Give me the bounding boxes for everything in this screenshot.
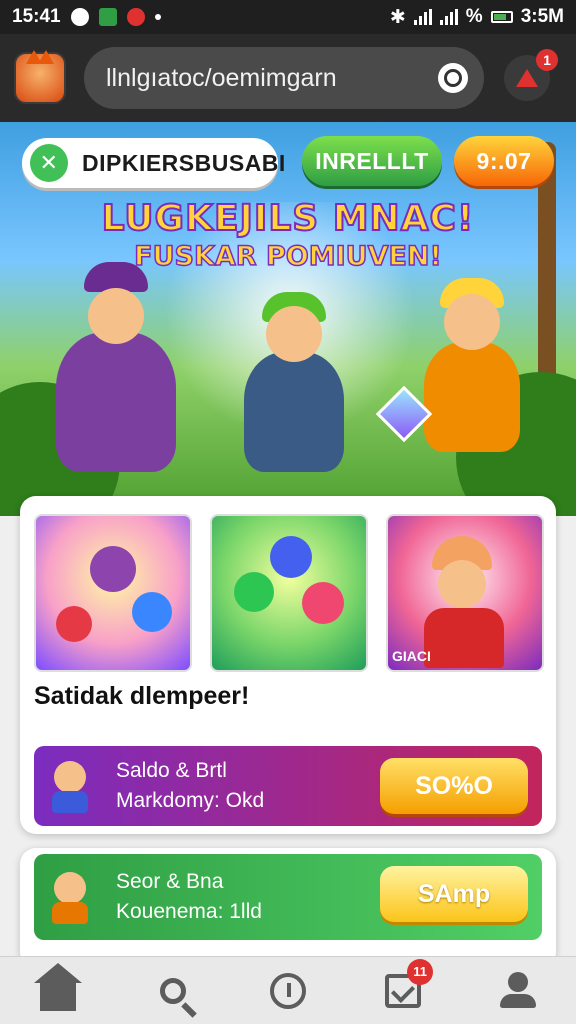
game-notification-icon <box>126 8 145 26</box>
bottom-navigation: 11 <box>0 956 576 1024</box>
alerts-badge: 1 <box>536 49 558 71</box>
fox-girl-character <box>424 278 520 452</box>
profile-icon <box>500 971 537 1010</box>
url-bar[interactable]: llnlgıatoc/oemimgarn <box>84 47 484 109</box>
hero-headline: LUGKEJILS MNAC! FUSKAR POMIUVEN! <box>0 197 576 273</box>
thumbnail-row: GIACI <box>34 514 544 672</box>
browser-toolbar: llnlgıatoc/oemimgarn 1 <box>0 34 576 122</box>
offer-button[interactable]: SO%O <box>380 758 528 814</box>
nav-tasks[interactable]: 11 <box>373 958 434 1019</box>
battery-percent-label: % <box>465 6 483 27</box>
reload-icon[interactable] <box>438 63 468 93</box>
offer-subtitle: Markdomy: Okd <box>116 789 265 812</box>
alerts-button[interactable]: 1 <box>504 49 558 101</box>
offer-text: Saldo & Brtl Markdomy: Okd <box>116 756 264 816</box>
nav-profile[interactable] <box>488 963 548 1019</box>
status-right-time: 3:5M <box>520 6 564 27</box>
clock-icon <box>269 972 306 1009</box>
offer-row-1[interactable]: Saldo & Brtl Markdomy: Okd SO%O <box>34 746 542 826</box>
green-hair-hero-character <box>244 292 344 472</box>
close-x-icon[interactable]: ✕ <box>30 144 68 182</box>
offer-avatar <box>46 868 94 926</box>
alert-icon <box>516 69 538 87</box>
featured-panel: GIACI Satidak dlempeer! Saldo & Brtl Mar… <box>20 496 556 834</box>
nav-home[interactable] <box>28 962 88 1019</box>
status-time: 15:41 <box>12 6 61 27</box>
headline-line-2: FUSKAR POMIUVEN! <box>133 240 442 273</box>
signal-icon <box>413 9 432 25</box>
offer-title: Seor & Bna <box>116 870 224 893</box>
nav-search[interactable] <box>143 963 203 1019</box>
player-name-pill[interactable]: ✕ DIPKIERSBUSABI <box>22 138 285 188</box>
player-name: DIPKIERSBUSABI <box>82 149 286 176</box>
offer-avatar <box>46 757 94 815</box>
status-bar: 15:41 ✱ % 3:5M <box>0 0 576 34</box>
home-icon <box>33 962 82 1011</box>
offer-row-2[interactable]: Seor & Bna Kouenema: 1lld SAmp <box>34 854 542 940</box>
game-thumbnail-2[interactable] <box>210 514 368 672</box>
nav-activity[interactable] <box>258 963 318 1019</box>
tasks-badge: 11 <box>407 958 434 985</box>
app-notification-icon <box>70 8 89 26</box>
offer-panel-2: Seor & Bna Kouenema: 1lld SAmp <box>20 848 556 968</box>
battery-icon <box>490 11 513 23</box>
thumbnail-caption: GIACI <box>392 648 431 664</box>
level-button[interactable]: INRELLLT <box>302 136 442 186</box>
hero-banner: ✕ DIPKIERSBUSABI INRELLLT 9:.07 LUGKEJIL… <box>0 122 576 516</box>
message-notification-icon <box>98 8 117 26</box>
url-text: llnlgıatoc/oemimgarn <box>106 63 337 92</box>
search-icon <box>159 977 186 1004</box>
bluetooth-icon: ✱ <box>389 6 406 28</box>
game-thumbnail-1[interactable] <box>34 514 192 672</box>
wifi-signal-icon <box>439 9 458 25</box>
game-thumbnail-3[interactable]: GIACI <box>386 514 544 672</box>
offer-text: Seor & Bna Kouenema: 1lld <box>116 867 262 927</box>
coins-button[interactable]: 9:.07 <box>454 136 554 186</box>
headline-line-1: LUGKEJILS MNAC! <box>101 197 475 240</box>
offer-title: Saldo & Brtl <box>116 759 227 782</box>
profile-avatar[interactable] <box>14 50 66 104</box>
offer-button[interactable]: SAmp <box>380 866 528 922</box>
more-notifications-icon <box>154 14 161 20</box>
panel-title: Satidak dlempeer! <box>34 682 250 710</box>
offer-subtitle: Kouenema: 1lld <box>116 900 262 923</box>
wizard-character <box>56 262 176 472</box>
